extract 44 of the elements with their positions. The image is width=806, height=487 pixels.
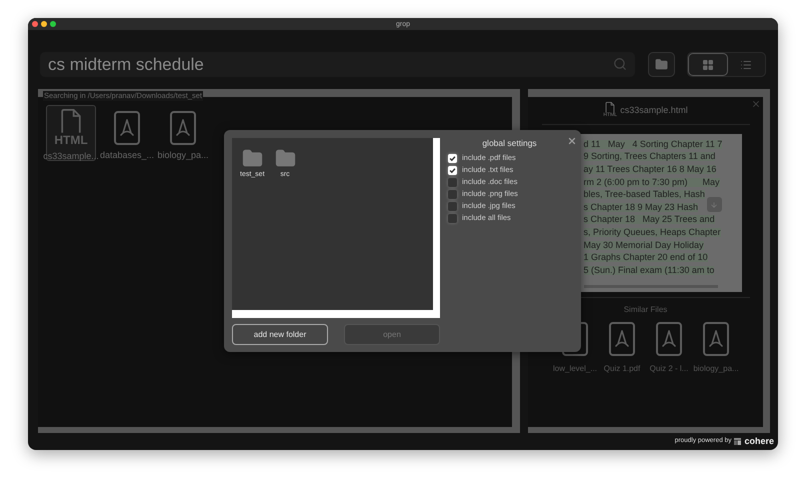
pdf-file-icon: [656, 322, 682, 356]
similar-file[interactable]: Quiz 2 - l...: [646, 322, 692, 373]
pdf-file-icon: [114, 110, 140, 144]
grid-view-button[interactable]: [688, 53, 728, 76]
checkbox[interactable]: [448, 166, 457, 174]
close-icon[interactable]: [751, 99, 761, 109]
pdf-file-icon: [703, 322, 729, 356]
checkbox[interactable]: [448, 178, 457, 186]
preview-title: cs33sample.html: [620, 106, 688, 115]
zoom-window-button[interactable]: [50, 21, 56, 27]
similar-file[interactable]: biology_pa...: [694, 322, 738, 373]
file-name: cs33sample...: [43, 152, 99, 161]
file-name: biology_pa...: [157, 151, 209, 160]
cohere-logo-icon: [734, 438, 742, 445]
settings-title: global settings: [482, 139, 537, 148]
add-folder-button[interactable]: add new folder: [232, 324, 328, 345]
file-result[interactable]: biology_pa...: [158, 105, 208, 161]
arrow-down-icon: [710, 200, 718, 208]
checkbox[interactable]: [448, 190, 457, 198]
file-result[interactable]: databases_...: [102, 105, 152, 161]
checkbox[interactable]: [448, 202, 457, 210]
pdf-file-icon: [170, 110, 196, 144]
search-field[interactable]: cs midterm schedule: [40, 52, 635, 77]
close-icon[interactable]: [567, 136, 577, 146]
pdf-file-icon: [609, 322, 635, 356]
checkbox[interactable]: [448, 154, 457, 162]
grid-icon: [702, 58, 714, 70]
close-window-button[interactable]: [32, 21, 38, 27]
minimize-window-button[interactable]: [41, 21, 47, 27]
folder-button[interactable]: [648, 52, 675, 77]
folder-icon: [274, 148, 296, 169]
file-name: low_level_...: [552, 365, 598, 373]
similar-file[interactable]: Quiz 1.pdf: [600, 322, 644, 373]
search-icon: [613, 57, 627, 71]
checkbox[interactable]: [448, 214, 457, 222]
folder-icon: [242, 148, 263, 169]
file-name: biology_pa...: [693, 365, 739, 373]
similar-files-heading: Similar Files: [624, 306, 668, 314]
file-result[interactable]: HTML cs33sample...: [46, 105, 96, 161]
file-name: Quiz 2 - l...: [650, 365, 688, 373]
file-name: databases_...: [100, 151, 154, 160]
folder-icon: [655, 58, 668, 71]
file-name: Quiz 1.pdf: [604, 365, 640, 373]
brand-name: cohere: [744, 437, 774, 446]
